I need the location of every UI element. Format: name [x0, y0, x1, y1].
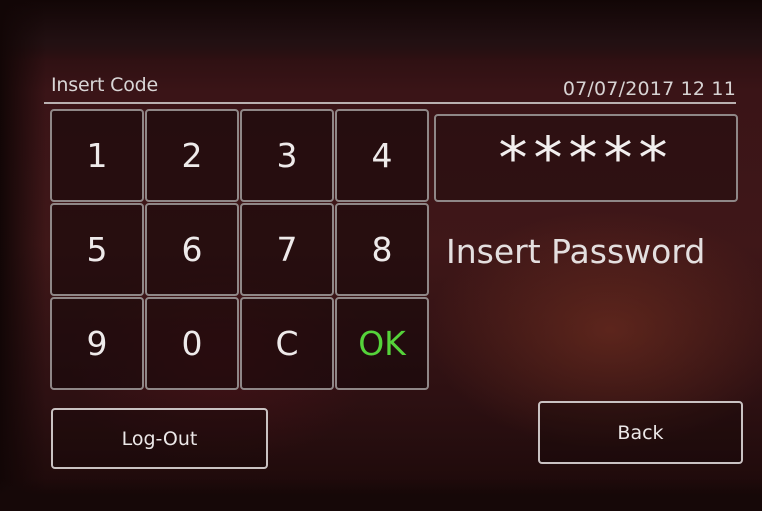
password-prompt: Insert Password	[446, 232, 706, 271]
key-4[interactable]: 4	[335, 109, 429, 202]
left-shadow	[0, 0, 46, 511]
page-title: Insert Code	[51, 74, 158, 96]
datetime-display: 07/07/2017 12 11	[562, 78, 736, 100]
numeric-keypad: 1 2 3 4 5 6 7 8 9 0 C OK	[50, 109, 429, 392]
key-3[interactable]: 3	[240, 109, 334, 202]
key-6[interactable]: 6	[145, 203, 239, 296]
clear-key[interactable]: C	[240, 297, 334, 390]
password-display[interactable]: *****	[434, 114, 738, 202]
key-2[interactable]: 2	[145, 109, 239, 202]
header-divider	[44, 102, 736, 104]
back-button[interactable]: Back	[538, 401, 743, 464]
key-8[interactable]: 8	[335, 203, 429, 296]
key-1[interactable]: 1	[50, 109, 144, 202]
ok-key[interactable]: OK	[335, 297, 429, 390]
key-7[interactable]: 7	[240, 203, 334, 296]
key-0[interactable]: 0	[145, 297, 239, 390]
key-5[interactable]: 5	[50, 203, 144, 296]
key-9[interactable]: 9	[50, 297, 144, 390]
login-screen: Insert Code 07/07/2017 12 11 1 2 3 4 5 6…	[0, 0, 762, 511]
logout-button[interactable]: Log-Out	[51, 408, 268, 469]
top-shadow	[0, 0, 762, 60]
bottom-shadow	[0, 478, 762, 511]
